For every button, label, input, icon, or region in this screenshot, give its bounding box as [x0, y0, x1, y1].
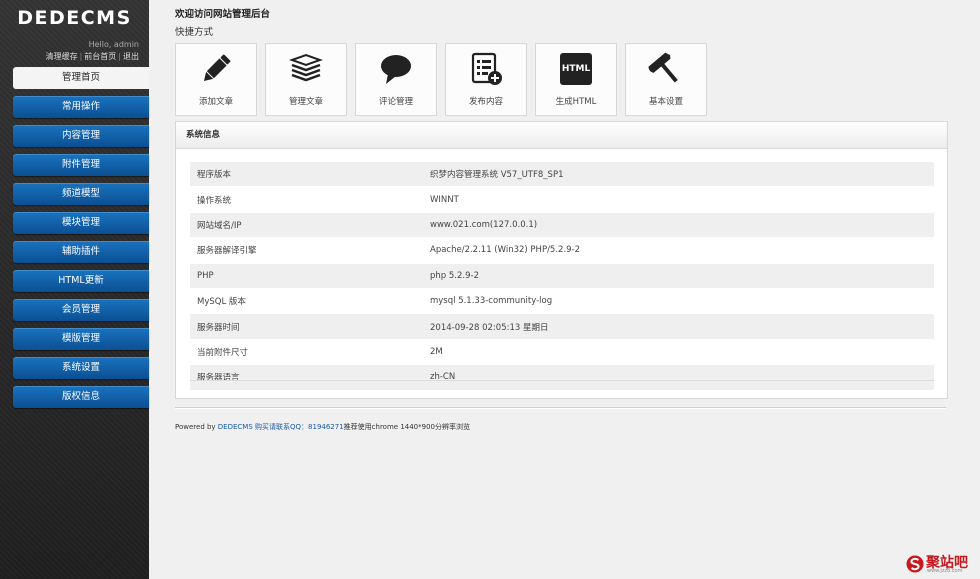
menu-item-home[interactable]: 管理首页: [13, 67, 149, 89]
watermark-logo-icon: [906, 555, 924, 573]
info-value: 2014-09-28 02:05:13 星期日: [430, 313, 934, 340]
menu-item-content[interactable]: 内容管理: [13, 125, 149, 147]
info-key: 操作系统: [197, 195, 232, 206]
table-row: 服务器时间 2014-09-28 02:05:13 星期日: [190, 313, 934, 340]
menu-item-plugins[interactable]: 辅助插件: [13, 241, 149, 263]
basic-settings-shortcut[interactable]: 基本设置: [625, 43, 707, 116]
stack-icon: [289, 53, 323, 82]
footer-contact-link[interactable]: DEDECMS 购买请联系QQ：81946271: [218, 423, 344, 431]
system-info-panel: 系统信息 程序版本 织梦内容管理系统 V57_UTF8_SP1 操作系统 WINNT…: [175, 121, 948, 399]
shortcut-label: 评论管理: [378, 97, 413, 107]
table-row: MySQL 版本 mysql 5.1.33-community-log: [190, 288, 934, 314]
sidebar: DEDECMS Hello, admin 清理缓存 | 前台首页 | 退出 管理首页 常…: [0, 0, 149, 579]
info-key: 网站域名/IP: [190, 212, 430, 238]
manage-article-shortcut[interactable]: 管理文章: [265, 43, 347, 116]
info-value: Apache/2.2.11 (Win32) PHP/5.2.9-2: [430, 245, 581, 256]
page-title: 欢迎访问网站管理后台: [175, 9, 271, 20]
table-row: 程序版本 织梦内容管理系统 V57_UTF8_SP1: [190, 162, 934, 187]
html-icon: HTML: [560, 53, 592, 85]
info-value: zh-CN: [430, 364, 934, 391]
menu-item-attachments[interactable]: 附件管理: [13, 154, 149, 176]
watermark-url: www.jzz8.com: [927, 568, 963, 574]
info-key: MySQL 版本: [197, 297, 246, 308]
info-value: 织梦内容管理系统 V57_UTF8_SP1: [430, 162, 934, 187]
shortcut-label: 管理文章: [288, 97, 323, 107]
menu-item-html-update[interactable]: HTML更新: [13, 270, 149, 292]
info-value: php 5.2.9-2: [430, 263, 934, 289]
logo: DEDECMS: [17, 7, 132, 29]
table-row: PHP php 5.2.9-2: [190, 263, 934, 289]
table-row: 操作系统 WINNT: [190, 187, 934, 213]
table-row: 服务器解译引擎 Apache/2.2.11 (Win32) PHP/5.2.9-2: [190, 238, 934, 264]
info-value: WINNT: [430, 194, 459, 205]
shortcut-label: 发布内容: [468, 97, 503, 107]
info-key: 服务器时间: [190, 313, 430, 340]
table-row: 网站域名/IP www.021.com(127.0.0.1): [190, 212, 934, 238]
front-page-link[interactable]: 前台首页: [84, 52, 116, 61]
hammer-icon: [648, 52, 678, 83]
shortcuts-title: 快捷方式: [175, 27, 214, 38]
info-value: mysql 5.1.33-community-log: [430, 296, 553, 307]
shortcut-label: 生成HTML: [555, 97, 597, 107]
info-key: 程序版本: [190, 162, 430, 187]
menu-item-channel-model[interactable]: 频道模型: [13, 183, 149, 205]
list-add-icon: [471, 52, 502, 85]
system-info-table: 程序版本 织梦内容管理系统 V57_UTF8_SP1 操作系统 WINNT 网站域名…: [190, 162, 934, 391]
menu-item-common[interactable]: 常用操作: [13, 96, 149, 118]
table-row: 当前附件尺寸 2M: [190, 339, 934, 365]
watermark: 聚站吧 www.jzz8.com: [906, 553, 974, 575]
speech-bubble-icon: [381, 55, 411, 84]
menu-item-members[interactable]: 会员管理: [13, 299, 149, 321]
greeting: Hello, admin: [88, 40, 139, 49]
menu-item-settings[interactable]: 系统设置: [13, 357, 149, 379]
shortcut-label: 基本设置: [648, 97, 683, 107]
info-value: 2M: [430, 346, 443, 357]
menu-item-copyright[interactable]: 版权信息: [13, 386, 149, 408]
info-value: www.021.com(127.0.0.1): [430, 212, 934, 238]
info-key: 当前附件尺寸: [197, 347, 249, 358]
menu-item-templates[interactable]: 模版管理: [13, 328, 149, 350]
table-divider: [190, 380, 934, 381]
info-key: PHP: [190, 263, 430, 289]
link-separator: |: [79, 52, 83, 61]
system-info-title: 系统信息: [176, 122, 947, 149]
info-key: 服务器语言: [190, 364, 430, 391]
footer: Powered by DEDECMS 购买请联系QQ：81946271推荐使用c…: [175, 422, 470, 432]
link-separator: |: [118, 52, 121, 61]
menu-item-modules[interactable]: 模块管理: [13, 212, 149, 234]
info-key: 服务器解译引擎: [197, 246, 257, 257]
side-menu: 管理首页 常用操作 内容管理 附件管理 频道模型 模块管理 辅助插件 HTML更…: [13, 67, 149, 415]
comments-shortcut[interactable]: 评论管理: [355, 43, 437, 116]
footer-prefix: Powered by: [175, 423, 218, 431]
top-links: 清理缓存 | 前台首页 | 退出: [46, 51, 139, 62]
generate-html-shortcut[interactable]: HTML 生成HTML: [535, 43, 617, 116]
clear-cache-link[interactable]: 清理缓存: [46, 52, 78, 61]
logout-link[interactable]: 退出: [123, 52, 139, 61]
footer-suffix: 推荐使用chrome 1440*900分辨率浏览: [343, 423, 470, 431]
pencil-icon: [203, 54, 231, 82]
table-row: 服务器语言 zh-CN: [190, 364, 934, 391]
add-article-shortcut[interactable]: 添加文章: [175, 43, 257, 116]
footer-divider: [175, 407, 946, 409]
shortcut-label: 添加文章: [198, 97, 233, 107]
publish-content-shortcut[interactable]: 发布内容: [445, 43, 527, 116]
